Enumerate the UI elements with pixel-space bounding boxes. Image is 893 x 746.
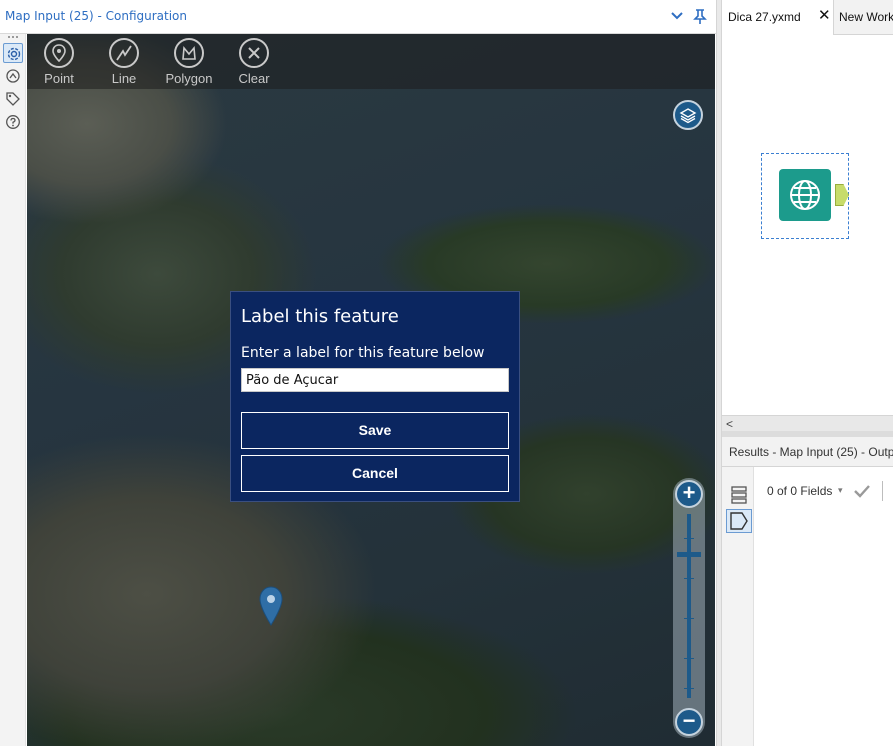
tab-label: Dica 27.yxmd (728, 10, 801, 24)
chevron-down-icon[interactable]: ▾ (838, 485, 843, 496)
line-icon (109, 38, 139, 68)
workflow-canvas[interactable] (722, 35, 893, 415)
point-tool-label: Point (44, 71, 74, 86)
zoom-out-button[interactable]: − (675, 708, 703, 736)
line-tool-label: Line (111, 71, 137, 86)
chevron-down-icon[interactable] (668, 7, 686, 25)
point-tool-button[interactable]: Point (29, 38, 89, 86)
zoom-slider-thumb[interactable] (677, 552, 701, 558)
zoom-tick (684, 658, 694, 659)
scroll-left-arrow-icon[interactable]: < (726, 416, 733, 432)
workflow-panel: Dica 27.yxmd ✕ New Work < Results - Map … (722, 0, 893, 746)
zoom-in-button[interactable]: + (675, 480, 703, 508)
polygon-icon (174, 38, 204, 68)
help-question-icon[interactable] (3, 112, 23, 132)
point-marker-icon (44, 38, 74, 68)
results-body: 0 of 0 Fields ▾ (722, 467, 893, 746)
checkmark-icon[interactable] (852, 483, 872, 504)
dialog-title: Label this feature (241, 306, 399, 327)
zoom-tick (684, 578, 694, 579)
results-title: Results - Map Input (25) - Output (729, 445, 893, 459)
annotation-tag-icon[interactable] (3, 89, 23, 109)
metadata-tag-icon[interactable] (726, 509, 752, 533)
table-view-icon[interactable] (726, 483, 752, 507)
close-tab-icon[interactable]: ✕ (818, 8, 831, 23)
results-header: Results - Map Input (25) - Output (722, 437, 893, 467)
configuration-panel: Map Input (25) - Configuration Point Lin… (0, 0, 716, 746)
zoom-tick (684, 688, 694, 689)
clear-tool-button[interactable]: Clear (224, 38, 284, 86)
zoom-control: + − (673, 478, 705, 738)
configuration-title: Map Input (25) - Configuration (5, 9, 187, 23)
zoom-tick (684, 538, 694, 539)
map-layers-icon[interactable] (673, 100, 703, 130)
configuration-header: Map Input (25) - Configuration (0, 0, 716, 34)
workflow-tabs: Dica 27.yxmd ✕ New Work (722, 0, 893, 35)
connection-progress-icon[interactable] (3, 66, 23, 86)
clear-tool-label: Clear (238, 71, 270, 86)
pin-icon[interactable] (691, 7, 709, 25)
canvas-horizontal-scrollbar[interactable]: < (722, 415, 893, 431)
tab-new-workflow[interactable]: New Work (835, 0, 893, 35)
cancel-button[interactable]: Cancel (241, 455, 509, 492)
globe-folder-icon (779, 169, 831, 221)
fields-count-dropdown[interactable]: 0 of 0 Fields (767, 484, 832, 498)
configuration-gear-icon[interactable] (3, 43, 23, 63)
output-anchor[interactable] (835, 184, 849, 206)
dialog-prompt: Enter a label for this feature below (241, 345, 485, 361)
results-side-rail (722, 467, 754, 746)
save-button[interactable]: Save (241, 412, 509, 449)
map-input-tool-node[interactable] (761, 153, 849, 239)
toolbar-separator (882, 481, 883, 501)
rail-grip[interactable] (8, 36, 18, 40)
app-window: Map Input (25) - Configuration Point Lin… (0, 0, 893, 746)
map-drawing-toolbar: Point Line Polygon Clear (27, 34, 715, 89)
line-tool-button[interactable]: Line (94, 38, 154, 86)
polygon-tool-button[interactable]: Polygon (159, 38, 219, 86)
tab-label: New Work (839, 10, 893, 24)
config-side-rail (0, 34, 26, 746)
zoom-track[interactable] (687, 514, 691, 698)
map-location-marker-icon[interactable] (259, 586, 283, 626)
clear-icon (239, 38, 269, 68)
feature-label-input[interactable] (241, 368, 509, 392)
polygon-tool-label: Polygon (165, 71, 213, 86)
label-feature-dialog: Label this feature Enter a label for thi… (230, 291, 520, 502)
zoom-tick (684, 618, 694, 619)
